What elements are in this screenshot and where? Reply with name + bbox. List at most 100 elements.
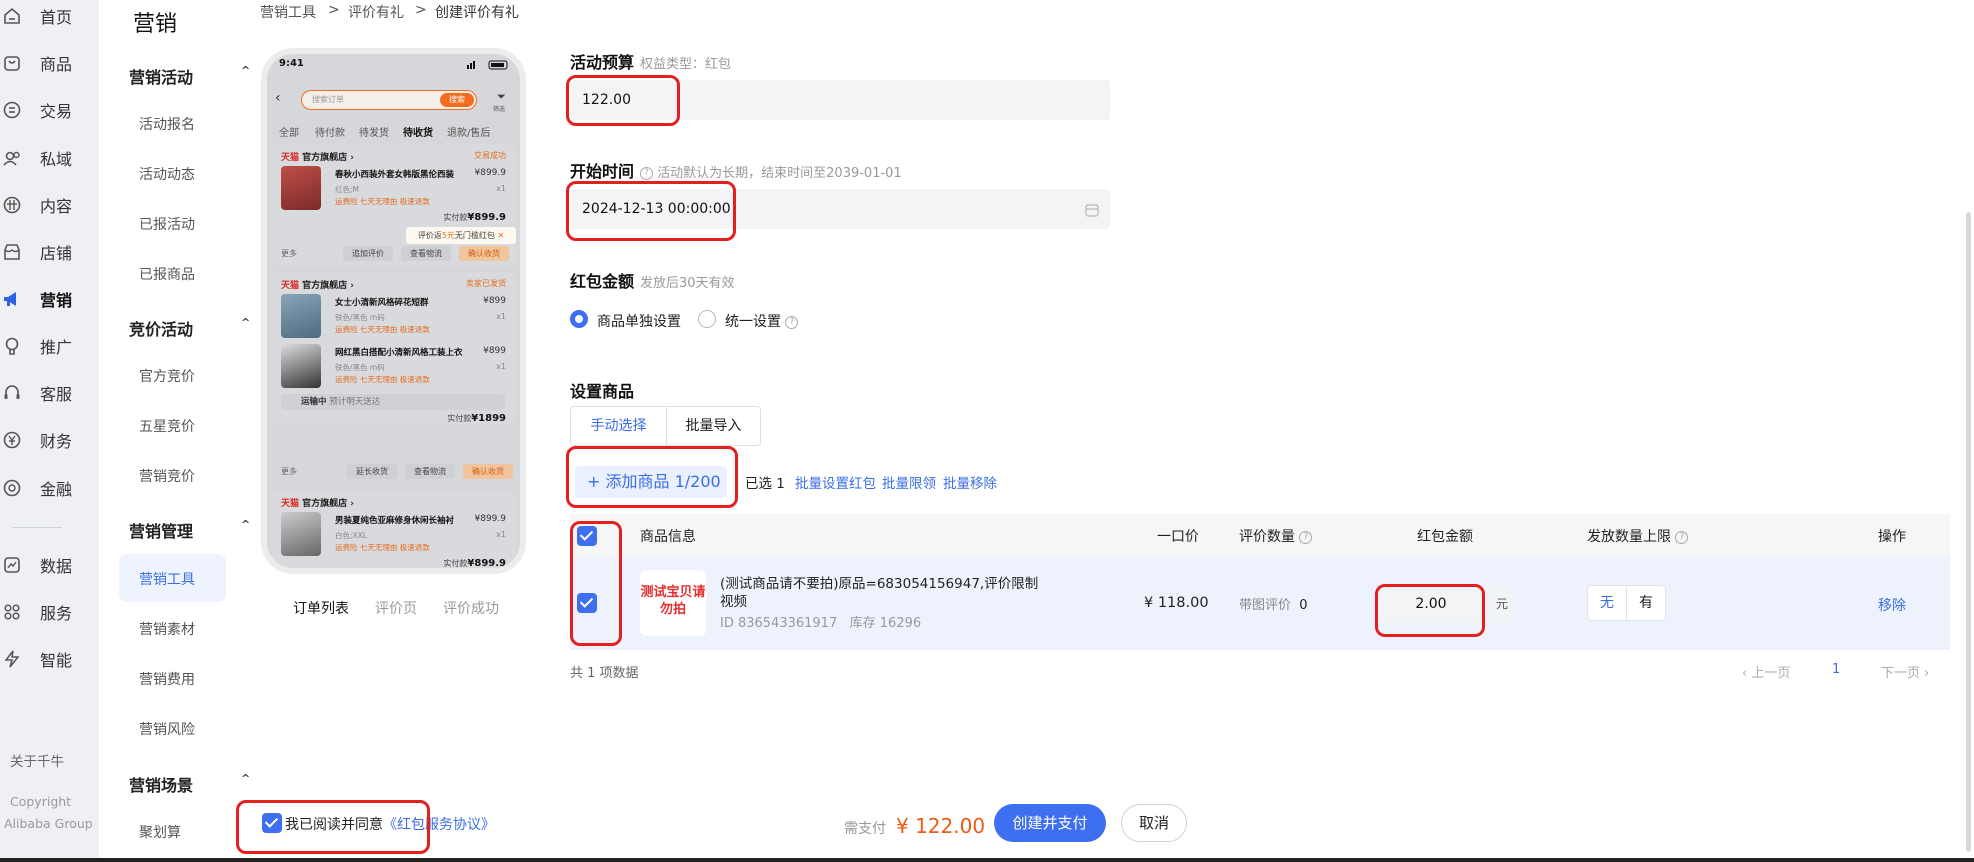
preview-tab-order-list[interactable]: 订单列表 bbox=[293, 598, 349, 618]
nav-item-label: 金融 bbox=[40, 480, 73, 499]
subnav-item[interactable]: 官方竞价 bbox=[139, 366, 195, 386]
col-header-price: 一口价 bbox=[1157, 529, 1199, 545]
nav-divider bbox=[12, 527, 62, 528]
scrollbar[interactable] bbox=[1966, 212, 1971, 852]
product-meta: ID 836543361917 库存 16296 bbox=[720, 616, 922, 631]
limit-no-option[interactable]: 无 bbox=[1587, 585, 1627, 621]
group-heading: 营销场景 bbox=[129, 776, 194, 795]
radio-unified-label: 统一设置 ? bbox=[725, 311, 799, 331]
subnav-item[interactable]: 营销素材 bbox=[139, 619, 195, 639]
product-price: ¥899 bbox=[483, 296, 506, 306]
order-status: 交易成功 bbox=[474, 151, 506, 160]
next-page-button[interactable]: 下一页 › bbox=[1881, 662, 1929, 681]
prev-page-button[interactable]: ‹ 上一页 bbox=[1742, 662, 1790, 681]
phone-search: 搜索订单 搜索 bbox=[301, 90, 477, 110]
phone-tab: 全部 bbox=[279, 128, 299, 139]
service-tags: 运费险 七天无理由 极速退款 bbox=[335, 543, 430, 552]
subnav-item[interactable]: 五星竞价 bbox=[139, 416, 195, 436]
highlight-box bbox=[566, 75, 680, 126]
subnav-group-management[interactable]: 营销管理 ^ bbox=[129, 518, 250, 542]
finance-icon bbox=[3, 431, 21, 449]
service-tags: 运费险 七天无理由 极速退款 bbox=[335, 325, 430, 334]
nav-item-label: 客服 bbox=[40, 385, 73, 404]
product-name: 春秋小西装外套女韩版黑伦西装 bbox=[335, 170, 455, 180]
paid-amount: 实付款¥1899 bbox=[447, 413, 506, 424]
subnav-item[interactable]: 活动报名 bbox=[139, 114, 195, 134]
limit-yes-option[interactable]: 有 bbox=[1626, 585, 1666, 621]
cancel-button[interactable]: 取消 bbox=[1121, 804, 1187, 842]
bottom-bar bbox=[0, 858, 1974, 862]
group-heading: 竞价活动 bbox=[129, 320, 194, 339]
main-nav: 首页 商品 交易 私域 内容 店铺 营销 推广 客服 财务 金融 数据 服务 智… bbox=[0, 0, 99, 862]
subnav-group-scenes[interactable]: 营销场景 ^ bbox=[129, 772, 250, 796]
product-price: ¥899.9 bbox=[474, 168, 507, 178]
remove-link[interactable]: 移除 bbox=[1878, 595, 1906, 615]
calendar-icon[interactable] bbox=[1085, 203, 1099, 217]
nav-item-label: 首页 bbox=[40, 8, 73, 27]
batch-remove-link[interactable]: 批量移除 bbox=[943, 472, 997, 492]
batch-limit-link[interactable]: 批量限领 bbox=[882, 472, 936, 492]
nav-item-label: 财务 bbox=[40, 432, 73, 451]
lightning-icon bbox=[4, 650, 20, 668]
back-icon[interactable]: ‹ bbox=[275, 90, 281, 106]
tab-batch-import[interactable]: 批量导入 bbox=[666, 406, 761, 446]
breadcrumb-sep: > bbox=[328, 2, 340, 18]
breadcrumb-item[interactable]: 评价有礼 bbox=[348, 2, 404, 22]
product-thumb bbox=[281, 512, 321, 556]
breadcrumb-item[interactable]: 营销工具 bbox=[260, 2, 316, 22]
radio-individual-label: 商品单独设置 bbox=[597, 314, 681, 330]
preview-tab-review[interactable]: 评价页 bbox=[375, 598, 417, 618]
product-qty: x1 bbox=[496, 184, 506, 193]
nav-item-label: 数据 bbox=[40, 557, 73, 576]
subnav-group-activities[interactable]: 营销活动 ^ bbox=[129, 64, 250, 88]
start-time-label: 开始时间? 活动默认为长期，结束时间至2039-01-01 bbox=[570, 162, 902, 181]
subnav-item[interactable]: 营销竞价 bbox=[139, 466, 195, 486]
subnav-group-bidding[interactable]: 竞价活动 ^ bbox=[129, 316, 250, 340]
nav-item-label: 服务 bbox=[40, 604, 73, 623]
radio-individual[interactable] bbox=[570, 310, 588, 328]
tab-manual-select[interactable]: 手动选择 bbox=[570, 406, 667, 446]
subnav-item[interactable]: 已报活动 bbox=[139, 214, 195, 234]
subnav-item-marketing-tools[interactable]: 营销工具 bbox=[139, 569, 195, 589]
unit-label: 元 bbox=[1490, 585, 1514, 623]
product-qty: x1 bbox=[496, 530, 506, 539]
more-link: 更多 bbox=[281, 467, 297, 476]
help-icon: ? bbox=[1675, 530, 1689, 544]
about-link[interactable]: 关于千牛 bbox=[10, 750, 64, 770]
phone-tab: 待付款 bbox=[315, 128, 345, 139]
radio-unified[interactable] bbox=[698, 310, 716, 328]
phone-filter-label: 筛选 bbox=[493, 106, 506, 113]
nav-item-label: 营销 bbox=[40, 291, 73, 310]
subnav-item[interactable]: 营销费用 bbox=[139, 669, 195, 689]
product-title: (测试商品请不要拍)原品=683054156947,评价限制视频 bbox=[720, 576, 1039, 610]
money-icon bbox=[3, 479, 21, 497]
phone-search-placeholder: 搜索订单 bbox=[312, 95, 344, 104]
pay-summary: 需支付 ¥ 122.00 bbox=[844, 814, 986, 838]
grid-icon bbox=[4, 604, 20, 620]
product-spec: 铁色/黑色 m码 bbox=[335, 313, 385, 322]
status-bar-icon bbox=[467, 60, 508, 70]
subnav-item[interactable]: 活动动态 bbox=[139, 164, 195, 184]
subnav-item[interactable]: 聚划算 bbox=[139, 822, 181, 842]
trade-icon bbox=[3, 101, 21, 119]
nav-item-label: 智能 bbox=[40, 651, 73, 670]
highlight-box bbox=[1375, 584, 1485, 637]
page-number[interactable]: 1 bbox=[1832, 662, 1840, 677]
pay-amount: ¥ 122.00 bbox=[896, 814, 986, 838]
subnav-item[interactable]: 已报商品 bbox=[139, 264, 195, 284]
create-and-pay-button[interactable]: 创建并支付 bbox=[994, 804, 1106, 842]
preview-tab-review-success[interactable]: 评价成功 bbox=[443, 598, 499, 618]
megaphone-icon bbox=[4, 292, 16, 306]
order-card: 天猫 官方旗舰店 › 男装夏纯色亚麻修身休闲长袖衬 ¥899.9 白色;XXL … bbox=[271, 490, 516, 568]
caret-up-icon: ^ bbox=[241, 64, 251, 77]
phone-btn: 确认收货 bbox=[463, 464, 513, 479]
subnav-item[interactable]: 营销风险 bbox=[139, 719, 195, 739]
product-spec: 铁色/黑色 m码 bbox=[335, 363, 385, 372]
col-header-goods: 商品信息 bbox=[640, 529, 696, 545]
goods-icon bbox=[4, 56, 20, 71]
product-name: 女士小清新风格碎花短群 bbox=[335, 298, 429, 308]
help-icon: ? bbox=[785, 315, 799, 329]
batch-set-redpacket-link[interactable]: 批量设置红包 bbox=[795, 472, 876, 492]
filter-icon: ⏷ bbox=[497, 90, 506, 103]
highlight-box bbox=[570, 521, 622, 646]
